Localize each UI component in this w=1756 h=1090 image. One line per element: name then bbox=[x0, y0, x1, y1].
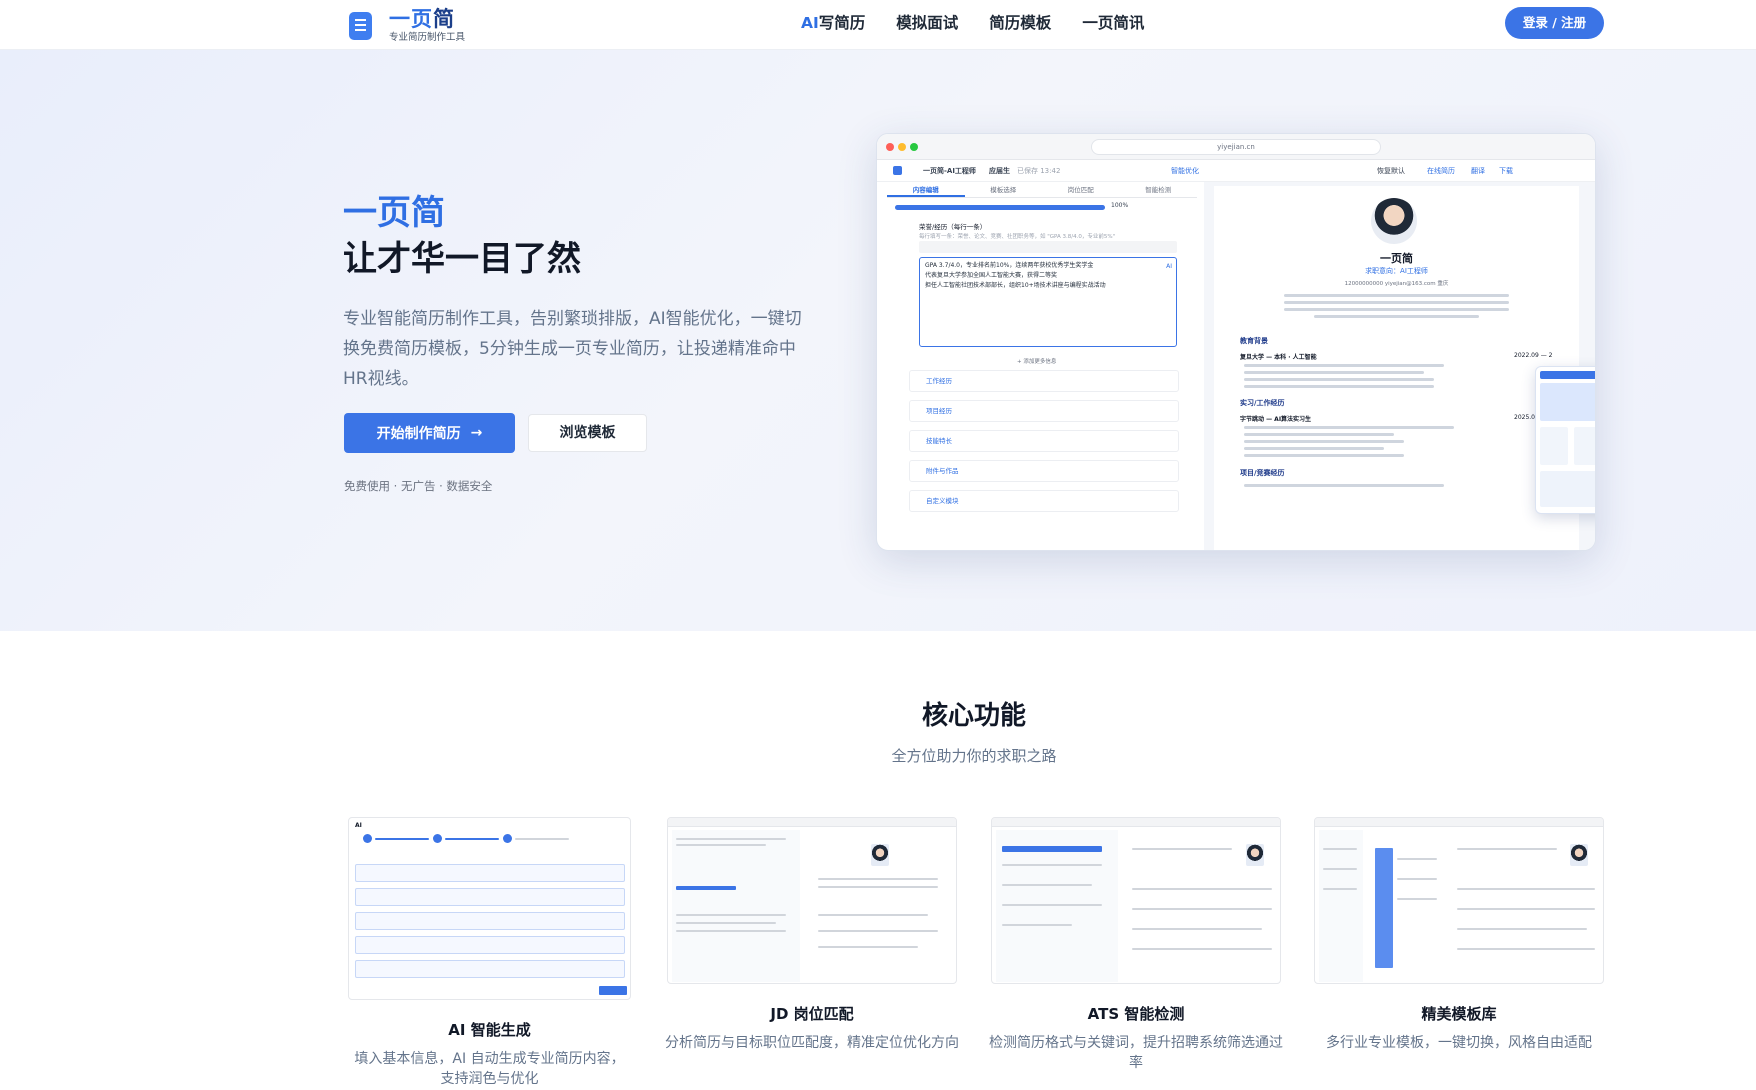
progress-label: 100% bbox=[1111, 202, 1129, 209]
hero-note: 免费使用 · 无广告 · 数据安全 bbox=[344, 479, 493, 493]
card-ai-generate-image[interactable]: AI bbox=[348, 817, 631, 1000]
minimize-dot-icon bbox=[898, 143, 906, 151]
nav-item-templates[interactable]: 简历模板 bbox=[989, 12, 1051, 34]
resume-project-head: 项目/竞赛经历 bbox=[1240, 469, 1285, 477]
editor-tabs: 内容编辑 模板选择 岗位匹配 智能检测 bbox=[887, 184, 1197, 198]
nav-item-mock-interview[interactable]: 模拟面试 bbox=[896, 12, 958, 34]
section-custom: 自定义模块 bbox=[909, 490, 1179, 512]
translate-action: 翻译 bbox=[1471, 167, 1485, 175]
hero-section: 一页简 让才华一目了然 专业智能简历制作工具，告别繁琐排版，AI智能优化，一键切… bbox=[0, 50, 1756, 631]
tab-smart-check: 智能检测 bbox=[1145, 186, 1172, 194]
resume-page: 一页简 求职意向：AI工程师 12000000000 yiyejian@163.… bbox=[1214, 186, 1579, 550]
format-toolbar bbox=[919, 241, 1177, 253]
restore-default-action: 恢复默认 bbox=[1377, 167, 1405, 175]
close-dot-icon bbox=[886, 143, 894, 151]
section-attachments: 附件与作品 bbox=[909, 460, 1179, 482]
resume-edu-date: 2022.09 — 2 bbox=[1514, 352, 1553, 359]
app-icon bbox=[893, 166, 902, 175]
doc-title: 一页简-AI工程师 bbox=[923, 167, 976, 175]
address-bar: yiyejian.cn bbox=[1091, 139, 1381, 155]
card-ats-check-image[interactable] bbox=[991, 817, 1281, 984]
card-jd-match-image[interactable] bbox=[667, 817, 957, 984]
editor-panel: 内容编辑 模板选择 岗位匹配 智能检测 100% 荣誉/经历（每行一条） 每行填… bbox=[887, 184, 1197, 550]
saved-status: 已保存 13:42 bbox=[1017, 167, 1061, 175]
card-template-library-image[interactable] bbox=[1314, 817, 1604, 984]
smart-optimize-action: 智能优化 bbox=[1171, 167, 1199, 175]
nav-item-ai-resume[interactable]: AI写简历 bbox=[801, 12, 865, 34]
resume-intern-company: 字节跳动 — AI算法实习生 bbox=[1240, 416, 1312, 423]
card-ai-generate-desc: 填入基本信息，AI 自动生成专业简历内容，支持润色与优化 bbox=[354, 1051, 625, 1087]
card-ats-check-title: ATS 智能检测 bbox=[1087, 1005, 1185, 1023]
hero-brand: 一页简 bbox=[343, 193, 445, 233]
hero-description: 专业智能简历制作工具，告别繁琐排版，AI智能优化，一键切换免费简历模板，5分钟生… bbox=[343, 309, 802, 389]
arrow-right-icon: → bbox=[470, 425, 483, 441]
card-jd-match-desc: 分析简历与目标职位匹配度，精准定位优化方向 bbox=[665, 1035, 959, 1051]
editor-field-label: 荣誉/经历（每行一条） bbox=[919, 223, 987, 231]
resume-role: 求职意向：AI工程师 bbox=[1365, 267, 1428, 275]
hero-title: 让才华一目了然 bbox=[343, 239, 581, 279]
features-title: 核心功能 bbox=[921, 701, 1026, 731]
section-skills: 技能特长 bbox=[909, 430, 1179, 452]
editor-field-hint: 每行填写一条：荣誉、论文、竞赛、社团职务等，如 "GPA 3.8/4.0，专业前… bbox=[919, 234, 1116, 240]
online-resume-action: 在线简历 bbox=[1427, 167, 1455, 175]
tab-template-select: 模板选择 bbox=[990, 186, 1017, 194]
resume-contact: 12000000000 yiyejian@163.com 重庆 bbox=[1344, 281, 1449, 287]
honors-textarea: GPA 3.7/4.0，专业排名前10%，连续两年获校优秀学生奖学金 代表复旦大… bbox=[919, 257, 1177, 347]
card-template-library-title: 精美模板库 bbox=[1421, 1005, 1497, 1023]
logo[interactable]: 一页简 专业简历制作工具 bbox=[349, 7, 465, 44]
browse-templates-button[interactable]: 浏览模板 bbox=[528, 414, 647, 452]
tab-content-edit: 内容编辑 bbox=[887, 184, 965, 197]
ai-tag: AI bbox=[1166, 263, 1172, 270]
editor-toolbar: 一页简-AI工程师 应届生 已保存 13:42 智能优化 恢复默认 在线简历 翻… bbox=[877, 160, 1595, 182]
logo-name: 一页简 bbox=[389, 7, 455, 31]
features-subtitle: 全方位助力你的求职之路 bbox=[891, 747, 1057, 765]
login-register-button[interactable]: 登录 / 注册 bbox=[1505, 7, 1604, 39]
main-nav: AI写简历 模拟面试 简历模板 一页简讯 bbox=[801, 12, 1144, 34]
completion-progress bbox=[895, 205, 1105, 210]
nav-item-news[interactable]: 一页简讯 bbox=[1082, 12, 1144, 34]
student-badge: 应届生 bbox=[989, 167, 1010, 175]
resume-edu-school: 复旦大学 — 本科 · 人工智能 bbox=[1240, 354, 1317, 361]
download-action: 下载 bbox=[1499, 167, 1513, 175]
resume-name: 一页简 bbox=[1380, 252, 1413, 265]
resume-intern-head: 实习/工作经历 bbox=[1240, 399, 1285, 407]
document-logo-icon bbox=[349, 11, 372, 40]
card-ai-generate-title: AI 智能生成 bbox=[448, 1021, 531, 1039]
maximize-dot-icon bbox=[910, 143, 918, 151]
section-project: 项目经历 bbox=[909, 400, 1179, 422]
mobile-preview bbox=[1535, 366, 1595, 514]
card-template-library-desc: 多行业专业模板，一键切换，风格自由适配 bbox=[1326, 1035, 1592, 1051]
top-navigation-bar: 一页简 专业简历制作工具 AI写简历 模拟面试 简历模板 一页简讯 登录 / 注… bbox=[0, 0, 1756, 50]
logo-subtitle: 专业简历制作工具 bbox=[389, 32, 466, 43]
browser-chrome: yiyejian.cn bbox=[877, 134, 1595, 160]
avatar bbox=[1371, 198, 1417, 244]
card-jd-match-title: JD 岗位匹配 bbox=[770, 1005, 854, 1023]
tab-job-match: 岗位匹配 bbox=[1067, 186, 1094, 194]
section-work: 工作经历 bbox=[909, 370, 1179, 392]
card-ats-check-desc: 检测简历格式与关键词，提升招聘系统筛选通过率 bbox=[989, 1035, 1283, 1071]
start-resume-button[interactable]: 开始制作简历 → bbox=[344, 413, 515, 453]
resume-edu-head: 教育背景 bbox=[1240, 337, 1268, 345]
progress-fill bbox=[895, 205, 1105, 210]
editor-preview-screenshot: yiyejian.cn 一页简-AI工程师 应届生 已保存 13:42 智能优化… bbox=[876, 133, 1596, 551]
add-more-link: + 添加更多信息 bbox=[1017, 359, 1057, 365]
